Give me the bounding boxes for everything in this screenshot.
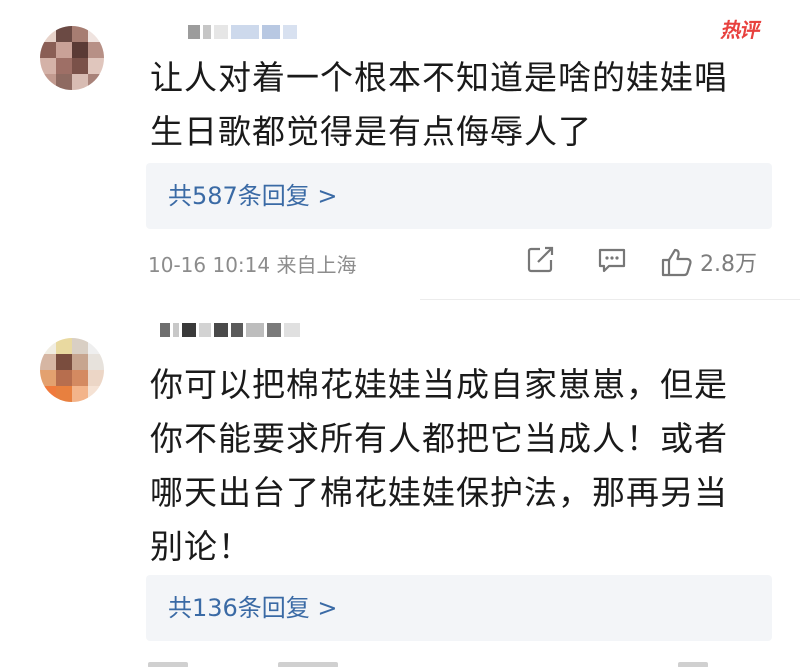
view-replies-button[interactable]: 共587条回复 > <box>146 163 772 229</box>
comment-item: 热评 让人对着一个根本不知道是啥的娃娃唱 生日歌都觉得是有点侮辱人了 共587条… <box>0 0 800 300</box>
timestamp: 10-16 10:14 <box>148 253 271 277</box>
comment-meta: 10-16 10:14 来自上海 <box>148 249 356 278</box>
share-icon <box>527 246 554 273</box>
like-icon <box>661 248 692 277</box>
comment-text-line: 生日歌都觉得是有点侮辱人了 <box>150 112 592 151</box>
hot-comment-badge: 热评 <box>719 18 763 42</box>
comment-icon <box>598 248 626 273</box>
like-count: 2.8万 <box>700 252 757 277</box>
avatar[interactable] <box>40 338 104 402</box>
comment-text: 你可以把棉花娃娃当成自家崽崽，但是 你不能要求所有人都把它当成人！或者 哪天出台… <box>150 358 770 574</box>
comment-text-line: 让人对着一个根本不知道是啥的娃娃唱 <box>150 58 728 97</box>
comment-text: 让人对着一个根本不知道是啥的娃娃唱 生日歌都觉得是有点侮辱人了 <box>150 51 770 159</box>
share-button[interactable] <box>526 246 556 274</box>
location: 来自上海 <box>276 253 357 277</box>
comment-text-line: 哪天出台了棉花娃娃保护法，那再另当 <box>150 473 728 512</box>
comment-text-line: 你可以把棉花娃娃当成自家崽崽，但是 <box>150 365 728 404</box>
like-button[interactable]: 2.8万 <box>660 246 757 278</box>
avatar[interactable] <box>40 26 104 90</box>
comment-text-line: 你不能要求所有人都把它当成人！或者 <box>150 419 728 458</box>
username-pixelated[interactable] <box>160 322 300 338</box>
next-meta-partial <box>148 658 708 667</box>
reply-button[interactable] <box>596 246 628 274</box>
comment-item: 你可以把棉花娃娃当成自家崽崽，但是 你不能要求所有人都把它当成人！或者 哪天出台… <box>0 300 800 667</box>
username-pixelated[interactable] <box>188 24 297 40</box>
comment-text-line: 别论！ <box>150 527 252 566</box>
view-replies-button[interactable]: 共136条回复 > <box>146 575 772 641</box>
